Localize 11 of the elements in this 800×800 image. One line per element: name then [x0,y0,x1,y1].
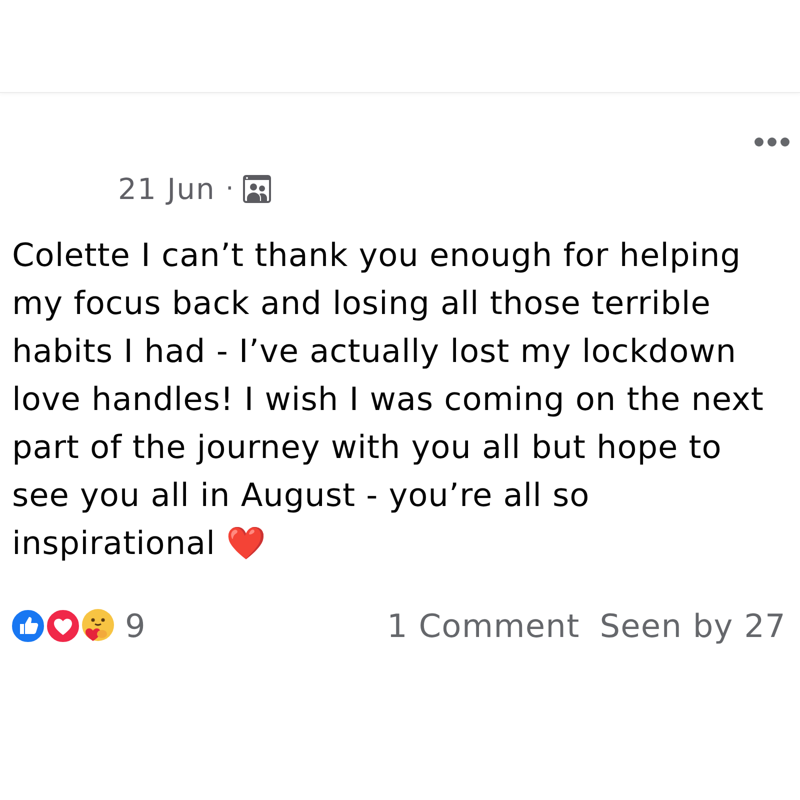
reaction-count[interactable]: 9 [125,607,146,645]
love-reaction-icon [45,608,81,644]
seen-by-link[interactable]: Seen by 27 [600,607,786,645]
post-date[interactable]: 21 Jun [118,172,216,206]
group-audience-icon [242,175,271,203]
comment-count-link[interactable]: 1 Comment [387,607,580,645]
care-reaction-icon [80,608,116,644]
like-reaction-icon [10,608,46,644]
post-text: Colette I can’t thank you enough for helping my focus back and losing all those terrible habits I had - I’ve actually lost my lockdown love handles! I wish I was coming on the next part of the journey with you all but hope to see you all in August - you’re all so inspirational ❤ [12,235,765,564]
separator-dot: · [225,174,235,204]
more-options-icon[interactable] [754,137,790,147]
